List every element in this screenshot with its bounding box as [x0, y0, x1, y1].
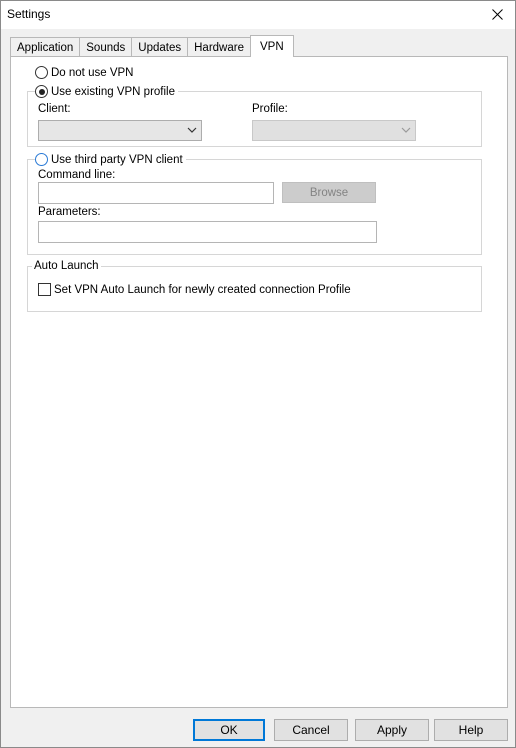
- radio-use-third-party-vpn-client[interactable]: Use third party VPN client: [35, 153, 186, 166]
- profile-label: Profile:: [252, 103, 288, 115]
- auto-launch-checkbox[interactable]: [38, 283, 51, 296]
- vpn-panel: Do not use VPN Use existing VPN profile …: [10, 56, 508, 708]
- radio-label: Do not use VPN: [51, 66, 134, 79]
- tab-hardware[interactable]: Hardware: [187, 37, 251, 57]
- client-dropdown[interactable]: [38, 120, 202, 141]
- ok-button[interactable]: OK: [193, 719, 265, 741]
- tab-updates[interactable]: Updates: [131, 37, 189, 57]
- radio-do-not-use-vpn[interactable]: Do not use VPN: [35, 66, 133, 79]
- settings-window: Settings Application Sounds Updates Hard…: [0, 0, 516, 748]
- client-label: Client:: [38, 103, 71, 115]
- auto-launch-checkbox-label: Set VPN Auto Launch for newly created co…: [54, 283, 351, 296]
- parameters-input[interactable]: [38, 221, 377, 243]
- chevron-down-icon: [401, 127, 411, 133]
- profile-dropdown[interactable]: [252, 120, 416, 141]
- cancel-button[interactable]: Cancel: [274, 719, 348, 741]
- radio-button-icon[interactable]: [35, 85, 48, 98]
- close-icon: [491, 8, 503, 20]
- radio-button-icon[interactable]: [35, 153, 48, 166]
- auto-launch-title: Auto Launch: [32, 260, 101, 272]
- tab-application[interactable]: Application: [10, 37, 81, 57]
- apply-button[interactable]: Apply: [355, 719, 429, 741]
- command-line-input[interactable]: [38, 182, 274, 204]
- parameters-label: Parameters:: [38, 206, 101, 218]
- radio-label: Use existing VPN profile: [51, 85, 175, 98]
- radio-button-icon[interactable]: [35, 66, 48, 79]
- command-line-label: Command line:: [38, 169, 116, 181]
- close-button[interactable]: [485, 4, 509, 24]
- radio-use-existing-vpn-profile[interactable]: Use existing VPN profile: [35, 85, 178, 98]
- auto-launch-checkbox-row[interactable]: Set VPN Auto Launch for newly created co…: [38, 283, 351, 296]
- title-bar: Settings: [1, 1, 515, 29]
- radio-label: Use third party VPN client: [51, 153, 183, 166]
- tab-bar: Application Sounds Updates Hardware VPN: [10, 35, 294, 57]
- tab-vpn[interactable]: VPN: [249, 35, 294, 57]
- browse-button[interactable]: Browse: [282, 182, 376, 203]
- window-title: Settings: [7, 7, 51, 21]
- tab-sounds[interactable]: Sounds: [79, 37, 133, 57]
- chevron-down-icon: [187, 127, 197, 133]
- help-button[interactable]: Help: [434, 719, 508, 741]
